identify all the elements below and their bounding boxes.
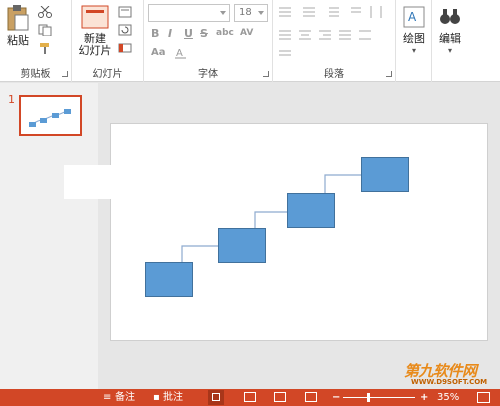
slide-show-icon[interactable] — [305, 392, 317, 402]
drawing-button[interactable]: A 绘图 ▾ — [398, 4, 430, 57]
font-size-value: 18 — [239, 7, 252, 18]
clipboard-group: 粘贴 剪贴板 — [0, 0, 72, 82]
comments-button[interactable]: 批注 — [163, 391, 183, 404]
font-name-dropdown-icon — [220, 11, 226, 15]
font-color-icon[interactable]: A — [174, 47, 188, 59]
paragraph-group: 段落 — [273, 0, 396, 82]
font-group-label: 字体 — [198, 69, 218, 80]
italic-button[interactable]: I — [168, 27, 172, 40]
paragraph-group-label: 段落 — [324, 69, 344, 80]
slides-group-label: 幻灯片 — [92, 69, 123, 80]
format-painter-icon[interactable] — [38, 42, 52, 54]
drawing-group: A 绘图 ▾ — [396, 0, 432, 82]
comments-icon[interactable]: ▪ — [153, 391, 160, 404]
blank-overlay — [64, 165, 126, 199]
zoom-slider[interactable] — [343, 397, 415, 398]
normal-view-glyph — [212, 393, 220, 401]
font-name-combo[interactable] — [148, 4, 230, 22]
strikethrough-button[interactable]: S — [200, 27, 208, 40]
current-slide[interactable] — [110, 123, 488, 341]
watermark-url: WWW.D9SOFT.COM — [411, 378, 488, 386]
change-case-button[interactable]: Aa — [151, 47, 166, 58]
editing-dropdown-icon: ▾ — [447, 46, 452, 55]
thumbnail-number: 1 — [8, 93, 15, 106]
new-slide-button[interactable]: 新建 幻灯片 — [76, 4, 114, 57]
zoom-in-button[interactable]: + — [420, 391, 428, 404]
shapes-icon: A — [403, 6, 425, 28]
zoom-slider-thumb[interactable] — [367, 393, 371, 402]
reset-icon[interactable] — [118, 24, 132, 36]
zoom-percent[interactable]: 35% — [437, 391, 459, 404]
notes-icon[interactable]: ≡ — [103, 391, 111, 404]
drawing-label: 绘图 — [403, 32, 425, 45]
font-size-dropdown-icon — [258, 11, 264, 15]
status-bar: ≡ 备注 ▪ 批注 − + 35% — [0, 389, 500, 406]
cut-icon[interactable] — [38, 6, 52, 18]
rectangle-shape-1[interactable] — [145, 262, 193, 297]
paragraph-tools-icon[interactable] — [277, 3, 395, 65]
zoom-out-button[interactable]: − — [332, 391, 340, 404]
clipboard-launcher-icon[interactable] — [62, 71, 68, 77]
drawing-dropdown-icon: ▾ — [411, 46, 416, 55]
section-icon[interactable] — [118, 42, 132, 54]
connectors — [181, 174, 373, 262]
paste-label: 粘贴 — [7, 34, 29, 47]
powerpoint-window: 粘贴 剪贴板 新建 幻灯片 幻灯片 18 B I U S abc AV Aa A… — [0, 0, 500, 406]
rectangle-shape-4[interactable] — [361, 157, 409, 192]
layout-icon[interactable] — [118, 6, 132, 18]
editing-group: 编辑 ▾ — [432, 0, 468, 82]
font-size-combo[interactable]: 18 — [234, 4, 268, 22]
font-group: 18 B I U S abc AV Aa A 字体 — [144, 0, 273, 82]
font-launcher-icon[interactable] — [263, 71, 269, 77]
ribbon: 粘贴 剪贴板 新建 幻灯片 幻灯片 18 B I U S abc AV Aa A… — [0, 0, 500, 82]
editing-button[interactable]: 编辑 ▾ — [434, 4, 466, 57]
rectangle-shape-2[interactable] — [218, 228, 266, 263]
new-slide-label-line2: 幻灯片 — [78, 44, 112, 57]
rectangle-shape-3[interactable] — [287, 193, 335, 228]
editing-label: 编辑 — [439, 32, 461, 45]
slide-editing-area — [98, 83, 500, 389]
copy-icon[interactable] — [38, 24, 52, 36]
paste-icon — [7, 5, 29, 31]
clipboard-group-label: 剪贴板 — [20, 69, 51, 80]
underline-button[interactable]: U — [184, 27, 193, 40]
slide-sorter-icon[interactable] — [244, 392, 256, 402]
slides-group: 新建 幻灯片 幻灯片 — [72, 0, 144, 82]
slide-thumbnail-pane: 1 — [0, 83, 98, 389]
fit-to-window-icon[interactable] — [477, 392, 490, 403]
thumbnail-preview — [29, 109, 71, 127]
bold-button[interactable]: B — [151, 27, 159, 40]
notes-button[interactable]: 备注 — [115, 391, 135, 404]
paragraph-launcher-icon[interactable] — [386, 71, 392, 77]
find-binoculars-icon — [440, 9, 460, 24]
reading-view-icon[interactable] — [274, 392, 286, 402]
slide-thumbnail[interactable] — [19, 95, 82, 136]
paste-button[interactable]: 粘贴 — [4, 4, 32, 47]
new-slide-icon — [81, 5, 109, 29]
shadow-button[interactable]: abc — [216, 28, 234, 38]
char-spacing-button[interactable]: AV — [240, 28, 253, 38]
svg-text:A: A — [408, 10, 417, 24]
